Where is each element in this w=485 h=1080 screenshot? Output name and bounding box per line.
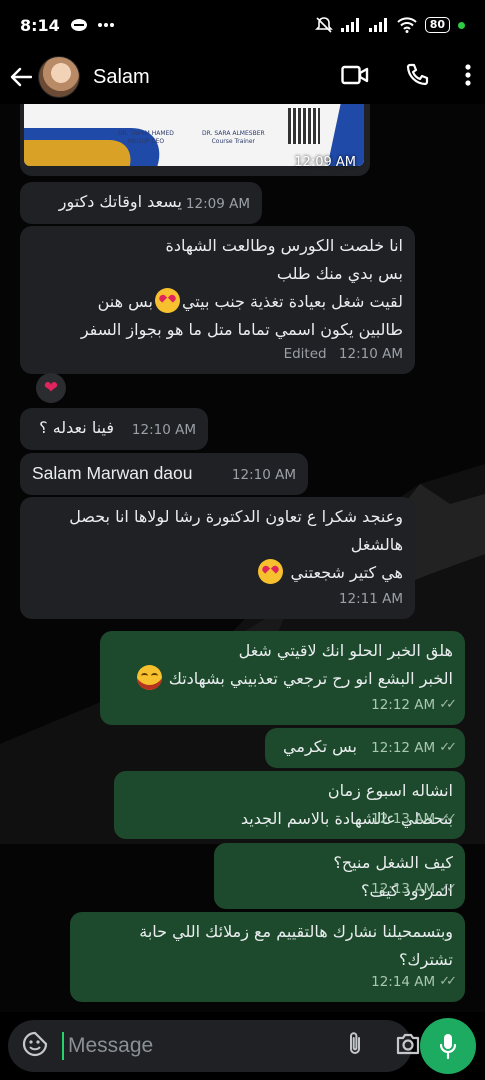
composer-bar (0, 1012, 485, 1080)
message-outgoing[interactable]: وبتسمحيلنا نشارك هالتقييم مع زملائك اللي… (70, 912, 465, 1002)
mute-bell-icon (314, 16, 333, 34)
message-line: وبتسمحيلنا نشارك هالتقييم مع زملائك اللي… (139, 922, 453, 941)
message-meta: 12:12 AM ✓✓ (371, 691, 457, 719)
message-line: الخبر البشع انو رح ترجعي تعذبيني بشهادتك (112, 665, 453, 693)
voice-record-button[interactable] (420, 1018, 476, 1074)
contact-name[interactable]: Salam (93, 66, 150, 89)
microphone-icon (439, 1034, 457, 1059)
message-line: هي كتير شجعتني (32, 559, 403, 587)
message-text: فينا نعدله ؟ (39, 418, 114, 437)
read-receipt-icon: ✓✓ (439, 811, 457, 826)
message-time: 12:09 AM (294, 155, 356, 170)
message-outgoing[interactable]: هلق الخبر الحلو انك لاقيتي شغل الخبر الب… (100, 631, 465, 725)
read-receipt-icon: ✓✓ (439, 697, 457, 712)
message-incoming[interactable]: وعنجد شكرا ع تعاون الدكتورة رشا لولاها ا… (20, 497, 415, 619)
message-text: يسعد اوقاتك دكتور (58, 192, 182, 211)
chat-header: Salam (0, 50, 485, 104)
signature-sara: DR. SARA ALMESBER Course Trainer (202, 130, 265, 145)
message-input-box[interactable] (8, 1020, 420, 1072)
message-text: بس تكرمي (283, 737, 357, 756)
message-line: بس بدي منك طلب (276, 264, 403, 283)
message-time: 12:10 AM (231, 467, 296, 483)
message-line: كيف الشغل منيح؟ (333, 853, 453, 872)
message-incoming[interactable]: فينا نعدله ؟ 12:10 AM (20, 408, 208, 450)
message-meta: 12:12 AM ✓✓ (371, 734, 457, 762)
chat-area[interactable]: DR. TAMIM HAMED MEDUP CEO DR. SARA ALMESB… (0, 104, 485, 1012)
smiling-hearts-emoji-icon (154, 288, 180, 313)
more-notifications-icon (97, 23, 114, 27)
message-meta: 12:13 AM ✓✓ (371, 805, 457, 833)
battery-indicator: 80 (424, 17, 450, 33)
message-line: انا خلصت الكورس وطالعت الشهادة (165, 236, 403, 255)
message-outgoing[interactable]: بس تكرمي 12:12 AM ✓✓ (265, 728, 465, 768)
message-meta: Edited 12:10 AM (284, 340, 403, 368)
message-line: وعنجد شكرا ع تعاون الدكتورة رشا لولاها ا… (69, 507, 403, 526)
message-line: هالشغل (350, 535, 403, 554)
message-meta: 12:13 AM ✓✓ (371, 875, 457, 903)
message-text: Salam Marwan daou (32, 463, 193, 483)
message-outgoing[interactable]: كيف الشغل منيح؟ المردود كيف؟ 12:13 AM ✓✓ (214, 843, 465, 909)
message-time: 12:11 AM (338, 591, 403, 607)
video-call-icon[interactable] (341, 65, 369, 89)
read-receipt-icon: ✓✓ (439, 881, 457, 896)
status-bar: 8:14 80 (0, 0, 485, 50)
app-notification-icon (70, 18, 88, 32)
back-arrow-icon[interactable] (8, 64, 34, 90)
avatar[interactable] (38, 56, 80, 98)
image-message[interactable]: DR. TAMIM HAMED MEDUP CEO DR. SARA ALMESB… (20, 104, 370, 176)
message-input[interactable] (62, 1032, 339, 1060)
heart-eyes-emoji-icon (258, 559, 284, 584)
privacy-dot-icon (458, 21, 465, 29)
clock: 8:14 (20, 15, 60, 35)
message-incoming[interactable]: Salam Marwan daou 12:10 AM (20, 453, 308, 495)
sticker-icon[interactable] (22, 1031, 48, 1061)
message-outgoing[interactable]: انشاله اسبوع زمان بتحصلي عالشهادة بالاسم… (114, 771, 465, 839)
edited-label: Edited (283, 346, 327, 362)
signal-icon (340, 18, 361, 32)
signature-tamim: DR. TAMIM HAMED MEDUP CEO (118, 130, 174, 145)
message-incoming[interactable]: يسعد اوقاتك دكتور 12:09 AM (20, 182, 262, 224)
attach-icon[interactable] (347, 1031, 363, 1061)
laughing-emoji-icon (136, 665, 162, 690)
wifi-icon (396, 17, 417, 33)
message-time: 12:09 AM (185, 196, 250, 212)
message-incoming[interactable]: انا خلصت الكورس وطالعت الشهادة بس بدي من… (20, 226, 415, 374)
signal-2-icon (368, 18, 389, 32)
heart-reaction-icon[interactable]: ❤ (36, 373, 66, 403)
message-time: 12:10 AM (131, 422, 196, 438)
message-line: انشاله اسبوع زمان (327, 781, 453, 800)
more-options-icon[interactable] (465, 64, 471, 90)
read-receipt-icon: ✓✓ (439, 740, 457, 755)
message-line: هلق الخبر الحلو انك لاقيتي شغل (238, 641, 453, 660)
camera-icon[interactable] (395, 1033, 421, 1059)
read-receipt-icon: ✓✓ (439, 974, 457, 989)
qr-code (288, 108, 320, 144)
message-meta: 12:14 AM ✓✓ (371, 968, 457, 996)
message-line: لقيت شغل بعيادة تغذية جنب بيتيبس هنن (32, 288, 403, 316)
voice-call-icon[interactable] (405, 63, 429, 91)
